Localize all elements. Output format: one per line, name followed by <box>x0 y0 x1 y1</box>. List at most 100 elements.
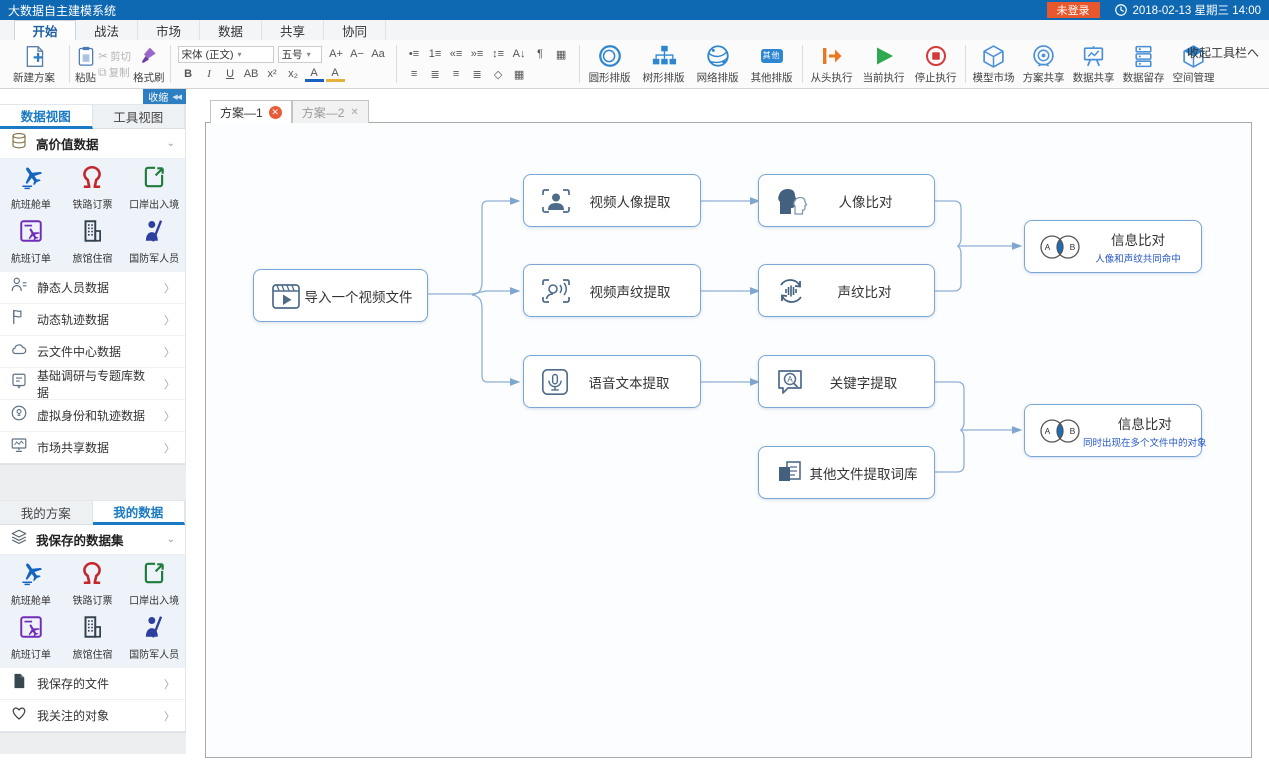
shrink-font-button[interactable]: A− <box>348 45 367 63</box>
justify-button[interactable]: ≣ <box>468 65 487 83</box>
sort-button[interactable]: A↓ <box>510 45 529 63</box>
highlight-color-button[interactable]: A <box>326 67 345 82</box>
close-icon[interactable]: ✕ <box>350 107 358 118</box>
borders-button[interactable]: ▦ <box>510 65 529 83</box>
tab-my-data[interactable]: 我的数据 <box>93 501 186 525</box>
doc-tab-plan-2[interactable]: 方案—2 ✕ <box>292 100 369 123</box>
cut-button[interactable]: ✂剪切 <box>98 48 131 64</box>
run-from-start-icon <box>820 43 844 69</box>
sidebar-item-my-followed-objects[interactable]: 我关注的对象 〉 <box>0 699 185 731</box>
sidebar-item-my-saved-files[interactable]: 我保存的文件 〉 <box>0 667 185 699</box>
flow-node-video-face-extract[interactable]: 视频人像提取 <box>523 174 701 227</box>
ribbon-tab-data[interactable]: 数据 <box>200 20 262 40</box>
flow-node-face-compare[interactable]: 人像比对 <box>758 174 935 227</box>
network-layout-button[interactable]: 网络排版 <box>691 42 745 86</box>
plan-share-button[interactable]: 方案共享 <box>1019 42 1069 86</box>
run-current-button[interactable]: 当前执行 <box>858 42 910 86</box>
align-center-button[interactable]: ≣ <box>426 65 445 83</box>
other-layout-button[interactable]: 其他 其他排版 <box>745 42 799 86</box>
format-painter-button[interactable]: 格式刷 <box>131 42 167 86</box>
server-stack-icon <box>1131 43 1156 69</box>
flow-node-other-files-lexicon[interactable]: 其他文件提取词库 <box>758 446 935 499</box>
flow-node-info-compare-2[interactable]: AB 信息比对 同时出现在多个文件中的对象 <box>1024 404 1202 457</box>
section-high-value-data[interactable]: 高价值数据 ⌄ <box>0 129 185 159</box>
font-family-select[interactable]: 宋体 (正文)▾ <box>178 46 274 63</box>
dataset-flight-order[interactable]: 航班订单 <box>0 215 62 269</box>
table-button[interactable]: ▦ <box>552 45 571 63</box>
keyword-extract-icon: A <box>775 367 805 397</box>
section-my-saved-datasets[interactable]: 我保存的数据集 ⌄ <box>0 525 185 555</box>
font-size-select[interactable]: 五号▾ <box>278 46 322 63</box>
flow-node-import-video[interactable]: 导入一个视频文件 <box>253 269 428 322</box>
ribbon-tab-start[interactable]: 开始 <box>14 20 76 40</box>
dataset-hotel-stay[interactable]: 旅馆住宿 <box>62 611 124 665</box>
circle-layout-button[interactable]: 圆形排版 <box>583 42 637 86</box>
dataset-military-personnel[interactable]: 国防军人员 <box>123 611 185 665</box>
font-color-button[interactable]: A <box>305 67 324 82</box>
tab-data-view[interactable]: 数据视图 <box>0 105 93 129</box>
sidebar-item-static-person-data[interactable]: 静态人员数据 〉 <box>0 271 185 303</box>
ribbon-tab-market[interactable]: 市场 <box>138 20 200 40</box>
new-plan-button[interactable]: 新建方案 <box>2 42 66 86</box>
dataset-rail-ticket[interactable]: 铁路订票 <box>62 161 124 215</box>
paste-button[interactable]: 粘贴 <box>73 42 98 86</box>
font-size-value: 五号 <box>282 47 303 62</box>
grow-font-button[interactable]: A+ <box>327 45 346 63</box>
indent-button[interactable]: »≡ <box>468 45 487 63</box>
run-from-start-button[interactable]: 从头执行 <box>806 42 858 86</box>
model-market-button[interactable]: 模型市场 <box>969 42 1019 86</box>
dataset-hotel-stay[interactable]: 旅馆住宿 <box>62 215 124 269</box>
bullet-list-button[interactable]: •≡ <box>405 45 424 63</box>
dataset-border-entry-exit[interactable]: 口岸出入境 <box>123 161 185 215</box>
ribbon-tab-tactics[interactable]: 战法 <box>76 20 138 40</box>
clock-icon <box>1114 3 1128 17</box>
doc-tab-plan-1[interactable]: 方案—1 ✕ <box>210 100 292 123</box>
flow-node-info-compare-1[interactable]: AB 信息比对 人像和声纹共同命中 <box>1024 220 1202 273</box>
dataset-flight-order[interactable]: 航班订单 <box>0 611 62 665</box>
subscript-button[interactable]: x₂ <box>284 65 303 83</box>
dataset-border-entry-exit[interactable]: 口岸出入境 <box>123 557 185 611</box>
align-right-button[interactable]: ≡ <box>447 65 466 83</box>
data-share-button[interactable]: 数据共享 <box>1069 42 1119 86</box>
data-retention-button[interactable]: 数据留存 <box>1119 42 1169 86</box>
dataset-rail-ticket[interactable]: 铁路订票 <box>62 557 124 611</box>
pilcrow-button[interactable]: ¶ <box>531 45 550 63</box>
shading-button[interactable]: ◇ <box>489 65 508 83</box>
dataset-flight-manifest[interactable]: 航班舱单 <box>0 557 62 611</box>
flow-node-video-voiceprint-extract[interactable]: 视频声纹提取 <box>523 264 701 317</box>
underline-button[interactable]: U <box>221 65 240 83</box>
flow-node-keyword-extract[interactable]: A 关键字提取 <box>758 355 935 408</box>
outdent-button[interactable]: «≡ <box>447 45 466 63</box>
collapse-toolbar-button[interactable]: 收起工具栏へ <box>1187 44 1259 61</box>
sidebar-item-cloud-file-data[interactable]: 云文件中心数据 〉 <box>0 335 185 367</box>
dataset-flight-manifest[interactable]: 航班舱单 <box>0 161 62 215</box>
ribbon-tab-share[interactable]: 共享 <box>262 20 324 40</box>
sidebar-item-survey-thematic-data[interactable]: 基础调研与专题库数据 〉 <box>0 367 185 399</box>
bold-button[interactable]: B <box>179 65 198 83</box>
sidebar-item-dynamic-track-data[interactable]: 动态轨迹数据 〉 <box>0 303 185 335</box>
close-icon[interactable]: ✕ <box>269 106 282 119</box>
sidebar-item-label: 云文件中心数据 <box>37 343 155 360</box>
ribbon-tab-collab[interactable]: 协同 <box>324 20 386 40</box>
login-status-badge[interactable]: 未登录 <box>1047 2 1100 18</box>
dataset-military-personnel[interactable]: 国防军人员 <box>123 215 185 269</box>
sidebar-item-market-shared-data[interactable]: 市场共享数据 〉 <box>0 431 185 463</box>
char-border-button[interactable]: AB <box>242 65 261 83</box>
numbered-list-button[interactable]: 1≡ <box>426 45 445 63</box>
flow-node-speech-to-text[interactable]: 语音文本提取 <box>523 355 701 408</box>
tab-tool-view[interactable]: 工具视图 <box>93 105 186 129</box>
flow-canvas[interactable]: 导入一个视频文件 视频人像提取 视频声纹提取 <box>205 122 1252 758</box>
sidebar-collapse-button[interactable]: 收缩 ◀◀ <box>143 89 186 104</box>
tab-my-plans[interactable]: 我的方案 <box>0 501 93 525</box>
sidebar-item-virtual-identity-data[interactable]: 虚拟身份和轨迹数据 〉 <box>0 399 185 431</box>
dataset-label: 口岸出入境 <box>129 592 179 607</box>
align-left-button[interactable]: ≡ <box>405 65 424 83</box>
copy-button[interactable]: ⧉复制 <box>98 64 131 80</box>
italic-button[interactable]: I <box>200 65 219 83</box>
superscript-button[interactable]: x² <box>263 65 282 83</box>
flow-node-voiceprint-compare[interactable]: 声纹比对 <box>758 264 935 317</box>
stop-run-button[interactable]: 停止执行 <box>910 42 962 86</box>
tree-layout-button[interactable]: 树形排版 <box>637 42 691 86</box>
change-case-button[interactable]: Aa <box>369 45 388 63</box>
line-spacing-button[interactable]: ↕≡ <box>489 45 508 63</box>
